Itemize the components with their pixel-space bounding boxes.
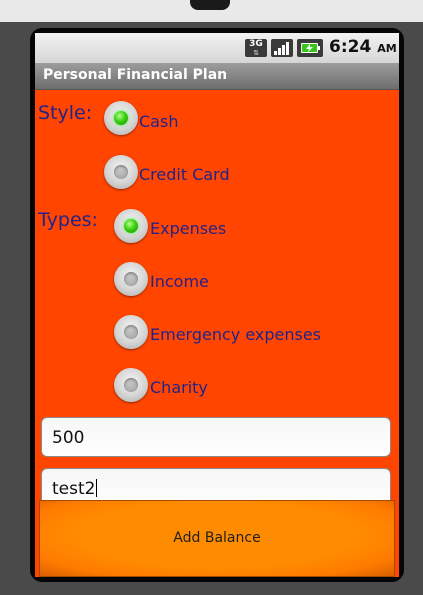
app-title: Personal Financial Plan [43,67,228,83]
radio-expenses-label[interactable]: Expenses [150,219,226,238]
radio-emergency-expenses[interactable] [114,315,148,349]
app-screen: 3G ⇅ 6:24 AM Personal Financial Plan Sty… [35,33,399,577]
style-label: Style: [38,102,93,124]
status-bar: 3G ⇅ 6:24 AM [35,33,399,63]
radio-charity-label[interactable]: Charity [150,378,208,397]
app-title-bar: Personal Financial Plan [35,63,399,90]
battery-charging-icon [297,39,323,57]
network-3g-icon: 3G ⇅ [245,39,267,57]
radio-income-label[interactable]: Income [150,272,209,291]
radio-income[interactable] [114,262,148,296]
radio-expenses[interactable] [114,209,148,243]
device-notch [190,0,230,10]
amount-input[interactable]: 500 [41,417,391,457]
status-clock: 6:24 AM [329,37,397,57]
text-caret [96,479,98,497]
clock-ampm: AM [377,42,397,55]
types-label: Types: [38,209,98,231]
radio-credit-card-label[interactable]: Credit Card [139,165,230,184]
add-balance-button[interactable]: Add Balance [39,500,395,577]
radio-cash[interactable] [104,101,138,135]
amount-input-value: 500 [52,428,85,448]
description-input-value: test2 [52,479,96,499]
radio-cash-label[interactable]: Cash [139,112,178,131]
radio-charity[interactable] [114,368,148,402]
signal-strength-icon [271,39,293,57]
radio-emergency-expenses-label[interactable]: Emergency expenses [150,325,321,344]
network-badge-text: 3G [249,39,263,49]
radio-credit-card[interactable] [104,155,138,189]
clock-time: 6:24 [329,37,372,57]
